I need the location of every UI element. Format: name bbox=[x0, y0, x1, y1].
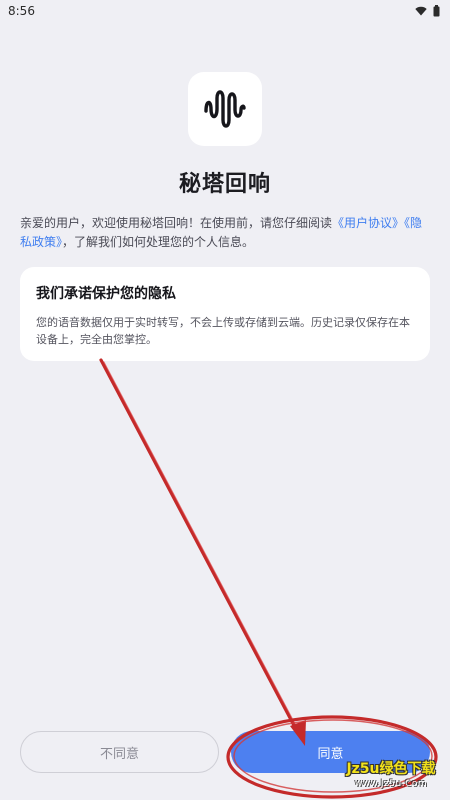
intro-text-after: ，了解我们如何处理您的个人信息。 bbox=[62, 235, 255, 249]
battery-icon bbox=[433, 5, 440, 17]
status-time: 8:56 bbox=[8, 4, 35, 18]
disagree-button[interactable]: 不同意 bbox=[20, 731, 219, 773]
app-logo bbox=[188, 72, 262, 146]
wifi-icon bbox=[415, 6, 427, 16]
status-icons bbox=[415, 5, 440, 17]
status-bar: 8:56 bbox=[0, 0, 450, 22]
agree-button[interactable]: 同意 bbox=[231, 731, 430, 773]
privacy-card-body: 您的语音数据仅用于实时转写，不会上传或存储到云端。历史记录仅保存在本设备上，完全… bbox=[36, 316, 410, 346]
intro-text-before: 亲爱的用户，欢迎使用秘塔回响！在使用前，请您仔细阅读 bbox=[20, 216, 333, 230]
user-agreement-link[interactable]: 《用户协议》 bbox=[332, 216, 404, 230]
app-name: 秘塔回响 bbox=[178, 172, 271, 197]
intro-text: 亲爱的用户，欢迎使用秘塔回响！在使用前，请您仔细阅读《用户协议》《隐私政策》，了… bbox=[20, 214, 428, 252]
privacy-card: 我们承诺保护您的隐私 您的语音数据仅用于实时转写，不会上传或存储到云端。历史记录… bbox=[20, 267, 430, 361]
screen: 8:56 秘塔回响 亲爱的用户，欢迎使用秘塔回响！在使用前，请您仔细阅读《用户协… bbox=[0, 0, 450, 800]
watermark-sub: www.Jz5u.Com bbox=[354, 779, 428, 789]
privacy-card-title: 我们承诺保护您的隐私 bbox=[36, 286, 176, 302]
annotation-arrow bbox=[99, 358, 306, 746]
sound-wave-icon bbox=[204, 90, 246, 128]
